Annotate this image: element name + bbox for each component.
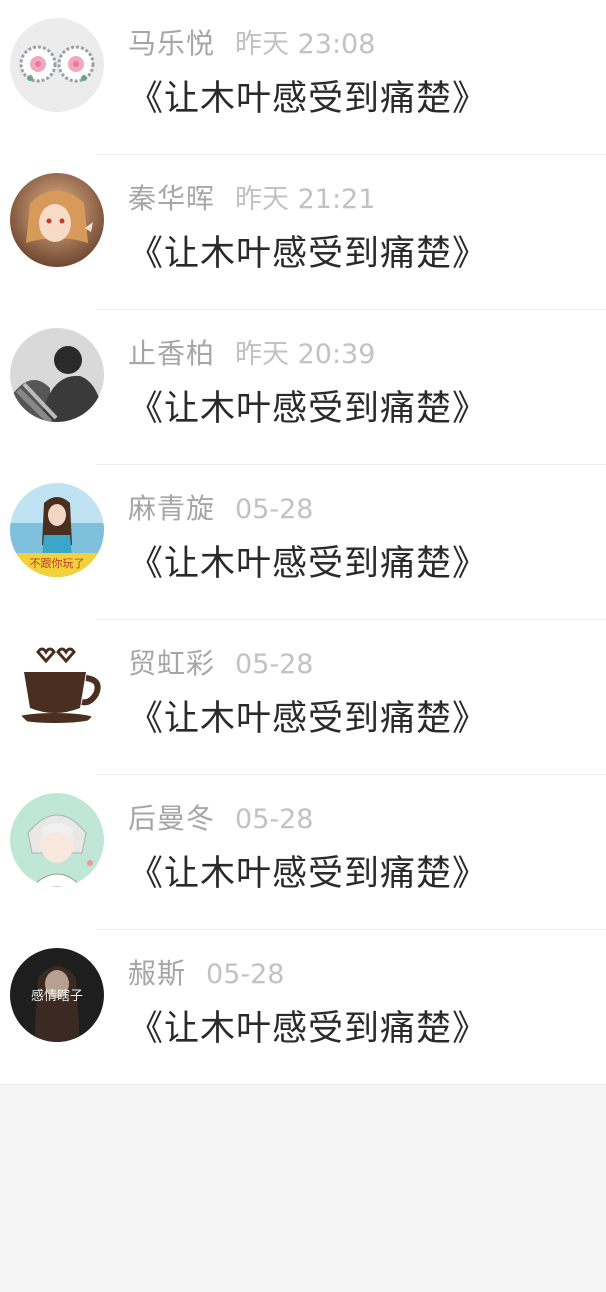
avatar-caption: 不跟你玩了 xyxy=(30,557,85,570)
message-time: 昨天 20:39 xyxy=(235,339,376,370)
anime-girl-avatar-icon[interactable] xyxy=(10,173,104,267)
girl-photo-avatar-icon[interactable]: 不跟你玩了 xyxy=(10,483,104,577)
couple-avatar-icon[interactable] xyxy=(10,328,104,422)
list-item[interactable]: 感情瞎子 赧斯 05-28 《让木叶感受到痛楚》 xyxy=(0,930,606,1085)
list-item[interactable]: 贸虹彩 05-28 《让木叶感受到痛楚》 xyxy=(0,620,606,775)
message-time: 05-28 xyxy=(235,804,314,835)
message-meta: 马乐悦 昨天 23:08 xyxy=(128,22,375,62)
sender-name: 麻青旋 xyxy=(128,492,216,525)
message-text: 《让木叶感受到痛楚》 xyxy=(128,389,489,429)
list-item[interactable]: 秦华晖 昨天 21:21 《让木叶感受到痛楚》 xyxy=(0,155,606,310)
sender-name: 赧斯 xyxy=(128,957,187,990)
list-item[interactable]: 马乐悦 昨天 23:08 《让木叶感受到痛楚》 xyxy=(0,0,606,155)
message-meta: 赧斯 05-28 xyxy=(128,952,284,992)
sender-name: 马乐悦 xyxy=(128,27,216,60)
dark-photo-avatar-icon[interactable]: 感情瞎子 xyxy=(10,948,104,1042)
message-time: 05-28 xyxy=(235,494,314,525)
message-text: 《让木叶感受到痛楚》 xyxy=(128,699,489,739)
list-item[interactable]: 不跟你玩了 麻青旋 05-28 《让木叶感受到痛楚》 xyxy=(0,465,606,620)
coffee-cup-avatar-icon[interactable] xyxy=(10,638,104,732)
message-meta: 贸虹彩 05-28 xyxy=(128,642,313,682)
message-time: 05-28 xyxy=(206,959,285,990)
sender-name: 秦华晖 xyxy=(128,182,216,215)
earrings-avatar-icon[interactable] xyxy=(10,18,104,112)
empty-area xyxy=(0,1085,606,1292)
avatar-caption: 感情瞎子 xyxy=(31,988,83,1004)
message-time: 05-28 xyxy=(235,649,314,680)
message-text: 《让木叶感受到痛楚》 xyxy=(128,1009,489,1049)
message-text: 《让木叶感受到痛楚》 xyxy=(128,234,489,274)
list-item[interactable]: 后曼冬 05-28 《让木叶感受到痛楚》 xyxy=(0,775,606,930)
message-meta: 后曼冬 05-28 xyxy=(128,797,313,837)
message-text: 《让木叶感受到痛楚》 xyxy=(128,544,489,584)
sender-name: 止香柏 xyxy=(128,337,216,370)
message-text: 《让木叶感受到痛楚》 xyxy=(128,79,489,119)
message-list: 马乐悦 昨天 23:08 《让木叶感受到痛楚》 秦华晖 昨天 21:21 《让木叶感… xyxy=(0,0,606,1085)
message-meta: 麻青旋 05-28 xyxy=(128,487,313,527)
divider xyxy=(0,1084,606,1085)
message-time: 昨天 23:08 xyxy=(235,29,376,60)
list-item[interactable]: 止香柏 昨天 20:39 《让木叶感受到痛楚》 xyxy=(0,310,606,465)
sender-name: 贸虹彩 xyxy=(128,647,216,680)
message-text: 《让木叶感受到痛楚》 xyxy=(128,854,489,894)
message-meta: 秦华晖 昨天 21:21 xyxy=(128,177,375,217)
message-time: 昨天 21:21 xyxy=(235,184,376,215)
message-meta: 止香柏 昨天 20:39 xyxy=(128,332,375,372)
sender-name: 后曼冬 xyxy=(128,802,216,835)
anime-boy-avatar-icon[interactable] xyxy=(10,793,104,887)
